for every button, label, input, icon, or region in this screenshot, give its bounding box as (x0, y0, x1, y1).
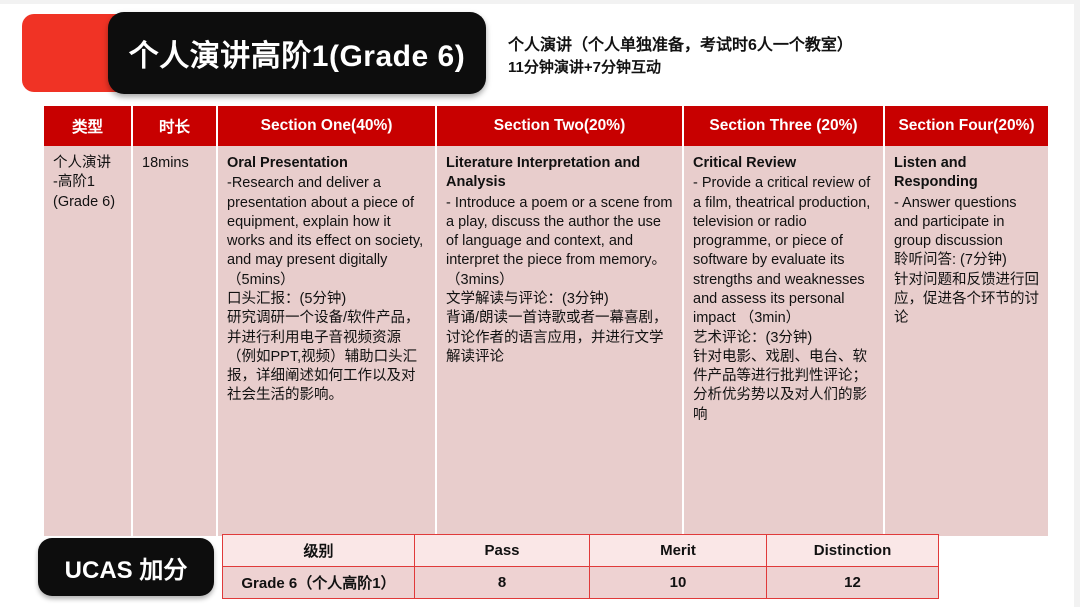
cell-type: 个人演讲 -高阶1 (Grade 6) (44, 146, 133, 536)
ucas-cell-distinction: 12 (766, 566, 939, 599)
ucas-header-row: 级别 Pass Merit Distinction (222, 534, 939, 567)
section-three-body: - Provide a critical review of a film, t… (693, 175, 871, 327)
ucas-col-header-merit: Merit (589, 534, 767, 567)
section-four-cn: 聆听问答: (7分钟) 针对问题和反馈进行回应，促进各个环节的讨论 (894, 252, 1039, 327)
section-one-cn: 口头汇报：(5分钟) 研究调研一个设备/软件产品，并进行利用电子音视频资源（例如… (227, 290, 420, 404)
table-header-row: 类型 时长 Section One(40%) Section Two(20%) … (44, 106, 1048, 146)
ucas-cell-merit: 10 (589, 566, 767, 599)
ucas-cell-pass: 8 (414, 566, 590, 599)
ucas-badge-label: UCAS 加分 (64, 556, 188, 584)
ucas-col-header-level: 级别 (222, 534, 415, 567)
col-header-section-four: Section Four(20%) (884, 106, 1048, 146)
page-right-edge (1074, 0, 1080, 607)
section-one-body: -Research and deliver a presentation abo… (227, 175, 424, 288)
ucas-table-row: Grade 6（个人高阶1） 8 10 12 (222, 566, 939, 599)
slide-header: 个人演讲高阶1(Grade 6) 个人演讲（个人单独准备，考试时6人一个教室） … (0, 6, 1080, 94)
section-three-cn: 艺术评论：(3分钟) 针对电影、戏剧、电台、软件产品等进行批判性评论；分析优劣势… (693, 329, 867, 423)
ucas-col-header-pass: Pass (414, 534, 590, 567)
cell-section-four: Listen and Responding - Answer questions… (884, 146, 1048, 536)
section-four-body: - Answer questions and participate in gr… (894, 194, 1017, 250)
ucas-cell-level: Grade 6（个人高阶1） (222, 566, 415, 599)
table-row: 个人演讲 -高阶1 (Grade 6) 18mins Oral Presenta… (44, 146, 1048, 536)
ucas-points-table: 级别 Pass Merit Distinction Grade 6（个人高阶1）… (222, 534, 939, 599)
section-four-title: Listen and Responding (894, 155, 978, 191)
col-header-section-three: Section Three (20%) (683, 106, 885, 146)
section-two-body: - Introduce a poem or a scene from a pla… (446, 194, 673, 288)
col-header-section-one: Section One(40%) (217, 106, 437, 146)
col-header-section-two: Section Two(20%) (436, 106, 684, 146)
cell-section-one: Oral Presentation -Research and deliver … (217, 146, 437, 536)
cell-section-two: Literature Interpretation and Analysis -… (436, 146, 684, 536)
page-title: 个人演讲高阶1(Grade 6) (128, 40, 466, 73)
col-header-duration: 时长 (132, 106, 218, 146)
cell-duration: 18mins (132, 146, 218, 536)
title-badge: 个人演讲高阶1(Grade 6) (108, 12, 486, 94)
cell-duration-text: 18mins (142, 155, 189, 171)
header-note-line-1: 个人演讲（个人单独准备，考试时6人一个教室） (508, 37, 853, 54)
header-notes: 个人演讲（个人单独准备，考试时6人一个教室） 11分钟演讲+7分钟互动 (508, 34, 1028, 79)
section-two-cn: 文学解读与评论：(3分钟) 背诵/朗读一首诗歌或者一幕喜剧，讨论作者的语言应用，… (446, 290, 668, 365)
top-rule (0, 0, 1080, 4)
cell-type-text: 个人演讲 -高阶1 (Grade 6) (53, 155, 116, 210)
ucas-badge: UCAS 加分 (38, 538, 214, 596)
section-two-title: Literature Interpretation and Analysis (446, 155, 641, 191)
header-note-line-2: 11分钟演讲+7分钟互动 (508, 59, 661, 77)
ucas-col-header-distinction: Distinction (766, 534, 939, 567)
section-three-title: Critical Review (693, 155, 797, 171)
section-one-title: Oral Presentation (227, 155, 348, 171)
cell-section-three: Critical Review - Provide a critical rev… (683, 146, 885, 536)
col-header-type: 类型 (44, 106, 133, 146)
exam-structure-table: 类型 时长 Section One(40%) Section Two(20%) … (44, 106, 1048, 536)
